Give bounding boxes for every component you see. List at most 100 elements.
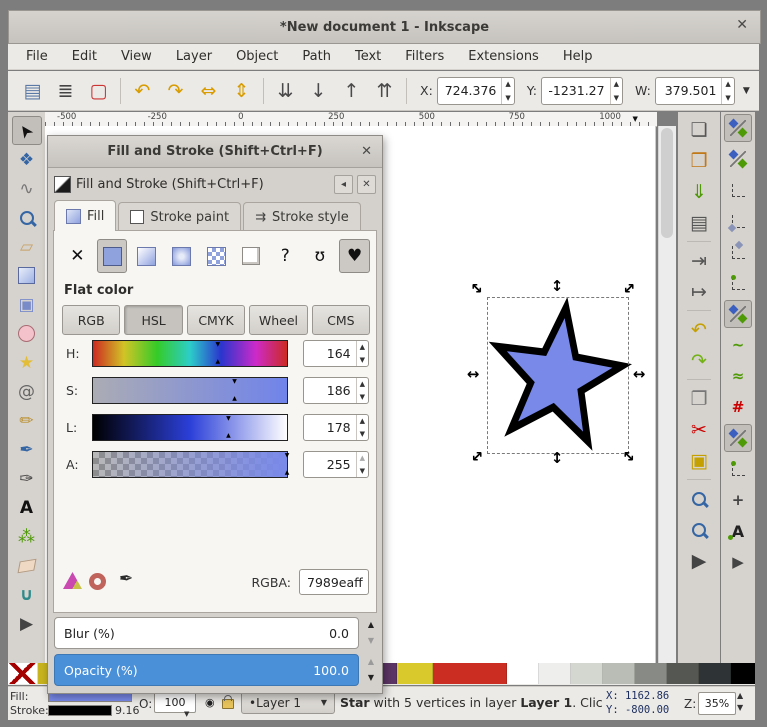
object-opacity-value[interactable]: 100 xyxy=(165,696,186,709)
edit-redo-button[interactable]: ↷ xyxy=(683,345,715,376)
blur-down-icon[interactable]: ▼ xyxy=(368,637,374,645)
menu-extensions[interactable]: Extensions xyxy=(456,46,551,67)
select-all-layers-button[interactable]: ≣ xyxy=(49,76,82,106)
eyedropper-icon[interactable]: ✒ xyxy=(119,569,133,589)
palette-swatch-gray-2[interactable] xyxy=(635,663,667,684)
palette-swatch-no-color[interactable] xyxy=(8,663,38,684)
spin-up-icon[interactable]: ▲ xyxy=(725,80,730,88)
snap-bbox-corners-button[interactable] xyxy=(724,207,752,235)
zoom-up-icon[interactable]: ▲ xyxy=(737,691,743,700)
pattern-button[interactable] xyxy=(201,239,232,273)
rotate-cw-button[interactable]: ↷ xyxy=(159,76,192,106)
zoom-spinbox[interactable]: 35% xyxy=(698,692,736,715)
edit-duplicate-button[interactable]: ❐ xyxy=(683,383,715,414)
tab-stroke-style[interactable]: ⇉Stroke style xyxy=(243,202,361,231)
layer-visibility-icon[interactable]: ◉ xyxy=(205,696,215,709)
tool-ellipse[interactable] xyxy=(12,319,42,348)
lightness-value[interactable]: 178 xyxy=(304,415,356,440)
raise-to-top-button[interactable]: ⇈ xyxy=(368,76,401,106)
document-new-button[interactable]: ❏ xyxy=(683,114,715,145)
color-mode-cms[interactable]: CMS xyxy=(312,305,370,335)
y-spinbox[interactable]: -1231.27 ▲▼ xyxy=(541,77,623,105)
deselect-button[interactable]: ▢ xyxy=(82,76,115,106)
spin-down-icon[interactable]: ▼ xyxy=(360,356,365,364)
lightness-spin-frame[interactable]: 178▲▼ xyxy=(303,414,369,441)
snap-bounding-box-button[interactable] xyxy=(724,145,752,173)
tool-more-tools[interactable]: ▶ xyxy=(12,609,42,638)
hue-value[interactable]: 164 xyxy=(304,341,356,366)
spin-down-icon[interactable]: ▼ xyxy=(505,94,510,102)
scale-handle-left[interactable]: ↔ xyxy=(465,366,481,382)
tool-selector[interactable]: ➤ xyxy=(12,116,42,145)
rotate-ccw-button[interactable]: ↶ xyxy=(126,76,159,106)
fill-rule-nonzero-button[interactable]: ♥ xyxy=(339,239,370,273)
tool-pen[interactable]: ✒ xyxy=(12,435,42,464)
color-mode-rgb[interactable]: RGB xyxy=(62,305,120,335)
tool-text[interactable]: A xyxy=(12,493,42,522)
panel-collapse-button[interactable]: ◂ xyxy=(334,175,353,194)
document-import-button[interactable]: ⇥ xyxy=(683,245,715,276)
x-value[interactable]: 724.376 xyxy=(438,78,502,104)
out-of-gamut-icon[interactable] xyxy=(89,573,106,590)
edit-cut-button[interactable]: ✂ xyxy=(683,414,715,445)
palette-swatch-light-gray-1[interactable] xyxy=(539,663,571,684)
spin-down-icon[interactable]: ▼ xyxy=(360,430,365,438)
dialog-close-icon[interactable]: ✕ xyxy=(361,144,372,159)
lightness-spin-arrows[interactable]: ▲▼ xyxy=(356,415,368,440)
edit-undo-button[interactable]: ↶ xyxy=(683,314,715,345)
units-dropdown-icon[interactable]: ▼ xyxy=(743,86,750,96)
palette-swatch-dark-gray[interactable] xyxy=(699,663,731,684)
menu-path[interactable]: Path xyxy=(290,46,343,67)
document-open-button[interactable]: ❒ xyxy=(683,145,715,176)
snap-enabled-button[interactable] xyxy=(724,114,752,142)
tool-spray[interactable]: ⁂ xyxy=(12,522,42,551)
palette-swatch-light-gray-2[interactable] xyxy=(571,663,603,684)
no-paint-button[interactable]: ✕ xyxy=(62,239,93,273)
palette-swatch-black[interactable] xyxy=(731,663,755,684)
tool-spiral[interactable]: @ xyxy=(12,377,42,406)
menu-help[interactable]: Help xyxy=(551,46,605,67)
color-mode-cmyk[interactable]: CMYK xyxy=(187,305,245,335)
snap-path-intersections-button[interactable]: ≈ xyxy=(724,362,752,390)
more-snaps-button[interactable]: ▶ xyxy=(724,548,752,576)
x-spin-arrows[interactable]: ▲▼ xyxy=(501,78,513,104)
blur-up-icon[interactable]: ▲ xyxy=(368,621,374,629)
w-value[interactable]: 379.501 xyxy=(656,78,722,104)
tab-stroke-paint[interactable]: Stroke paint xyxy=(118,202,241,231)
spin-up-icon[interactable]: ▲ xyxy=(360,343,365,351)
snap-cusp-nodes-button[interactable]: # xyxy=(724,393,752,421)
spin-up-icon[interactable]: ▲ xyxy=(360,417,365,425)
document-save-button[interactable]: ⇓ xyxy=(683,176,715,207)
alpha-spin-frame[interactable]: 255▲▼ xyxy=(303,451,369,478)
opacity-slider[interactable]: Opacity (%) 100.0 xyxy=(54,654,359,686)
unknown-paint-button[interactable]: ? xyxy=(270,239,301,273)
object-opacity-spinbox[interactable]: 100 xyxy=(154,692,196,713)
tool-measure[interactable]: ▱ xyxy=(12,232,42,261)
layer-selector[interactable]: •Layer 1 ▼ xyxy=(241,691,335,714)
opacity-down-icon[interactable]: ▼ xyxy=(368,674,374,682)
rgba-input[interactable]: 7989eaff xyxy=(299,569,369,595)
panel-close-button[interactable]: ✕ xyxy=(357,175,376,194)
tool-paint-bucket[interactable]: ∪ xyxy=(12,580,42,609)
linear-gradient-button[interactable] xyxy=(131,239,162,273)
flip-vertical-button[interactable]: ⇕ xyxy=(225,76,258,106)
hue-spin-arrows[interactable]: ▲▼ xyxy=(356,341,368,366)
fill-rule-evenodd-button[interactable]: ʊ xyxy=(305,239,336,273)
w-spinbox[interactable]: 379.501 ▲▼ xyxy=(655,77,735,105)
tool-box-3d[interactable]: ▣ xyxy=(12,290,42,319)
palette-swatch-purple[interactable] xyxy=(381,663,397,684)
stroke-indicator-swatch[interactable] xyxy=(48,705,112,716)
flip-horizontal-button[interactable]: ⇔ xyxy=(192,76,225,106)
spin-up-icon[interactable]: ▲ xyxy=(614,80,619,88)
zoom-down-icon[interactable]: ▼ xyxy=(737,703,743,712)
snap-path-button[interactable]: ~ xyxy=(724,331,752,359)
color-mode-hsl[interactable]: HSL xyxy=(124,305,182,335)
menu-view[interactable]: View xyxy=(109,46,164,67)
tool-tweak[interactable]: ∿ xyxy=(12,174,42,203)
palette-swatch-white[interactable] xyxy=(507,663,539,684)
menu-file[interactable]: File xyxy=(14,46,60,67)
window-titlebar[interactable]: *New document 1 - Inkscape ✕ xyxy=(8,10,761,44)
dialog-titlebar[interactable]: Fill and Stroke (Shift+Ctrl+F) ✕ xyxy=(48,136,382,168)
opacity-up-icon[interactable]: ▲ xyxy=(368,658,374,666)
alpha-spin-arrows[interactable]: ▲▼ xyxy=(356,452,368,477)
